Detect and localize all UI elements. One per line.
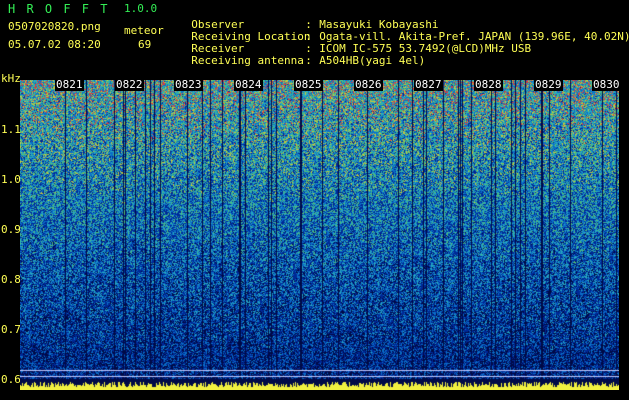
y-tick-label: 1.1: [1, 123, 21, 136]
spectrogram-panel: [20, 80, 619, 390]
date-time: 05.07.02 08:20: [8, 38, 101, 51]
x-tick-label: 0829: [534, 78, 563, 91]
y-axis-unit: kHz: [1, 72, 21, 85]
spectrogram-canvas: [20, 80, 619, 390]
info-value: A504HB(yagi 4el): [319, 54, 426, 67]
meteor-count: 69: [138, 38, 152, 51]
x-tick-label: 0827: [414, 78, 443, 91]
x-tick-label: 0830: [592, 78, 621, 91]
x-tick-label: 0826: [354, 78, 383, 91]
file-name: 0507020820.png: [8, 20, 101, 33]
x-tick-label: 0822: [115, 78, 144, 91]
info-key: Receiving antenna: [191, 54, 304, 67]
y-tick-label: 0.8: [1, 273, 21, 286]
x-tick-label: 0823: [174, 78, 203, 91]
y-tick-label: 0.9: [1, 223, 21, 236]
y-tick-label: 0.7: [1, 323, 21, 336]
y-tick-label: 1.0: [1, 173, 21, 186]
y-tick-label: 0.6: [1, 373, 21, 386]
info-row-antenna: Receiving antenna: A504HB(yagi 4el): [191, 54, 426, 67]
app-title: H R O F F T: [8, 2, 110, 16]
x-tick-label: 0828: [474, 78, 503, 91]
app-version: 1.0.0: [124, 2, 158, 15]
x-tick-label: 0821: [55, 78, 84, 91]
x-tick-label: 0825: [294, 78, 323, 91]
x-tick-label: 0824: [234, 78, 263, 91]
meteor-label: meteor: [124, 24, 164, 37]
